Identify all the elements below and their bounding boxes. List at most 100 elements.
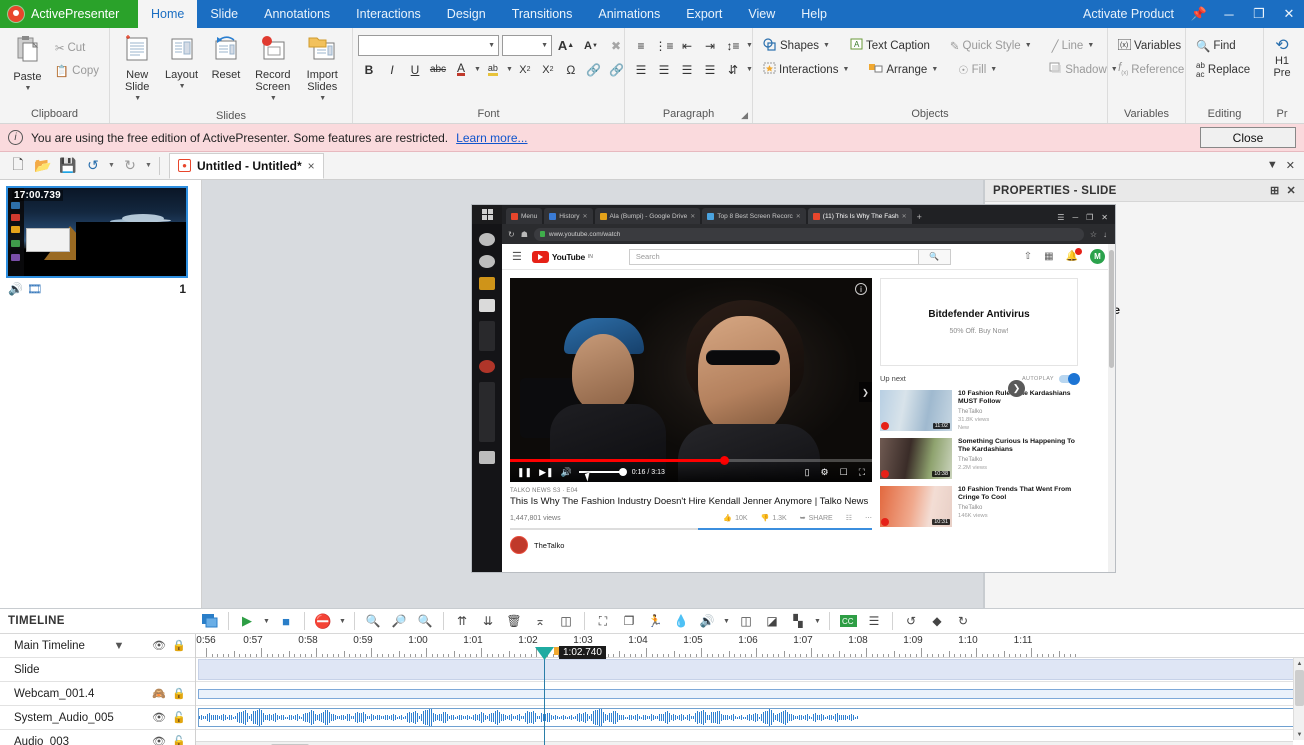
save-icon[interactable]: 💾: [56, 154, 80, 178]
move-object-up-icon[interactable]: ⇈: [450, 609, 474, 633]
windows-start-icon[interactable]: [472, 205, 502, 224]
ribbon-tab-export[interactable]: Export: [673, 0, 735, 28]
promo-ad[interactable]: Bitdefender Antivirus 50% Off. Buy Now!: [880, 278, 1078, 366]
quick-style-button[interactable]: ✎ Quick Style ▼: [945, 35, 1037, 56]
close-icon[interactable]: ✕: [1286, 184, 1296, 197]
scroll-up-icon[interactable]: ▲: [1294, 658, 1304, 669]
url-input[interactable]: www.youtube.com/watch: [533, 227, 1084, 241]
timeline-track-webcam[interactable]: Webcam_001.4 🙈 🔒: [0, 682, 195, 706]
avatar[interactable]: M: [1090, 249, 1105, 264]
timeline-track-slide[interactable]: Slide: [0, 658, 195, 682]
browser-close-icon[interactable]: ✕: [1101, 213, 1108, 222]
taskbar-taskview-icon[interactable]: [479, 255, 495, 268]
more-options-icon[interactable]: ⋯: [865, 514, 872, 522]
arrange-button[interactable]: Arrange ▼: [864, 59, 943, 80]
ribbon-tab-home[interactable]: Home: [138, 0, 198, 28]
line-spacing-icon[interactable]: ↕≡: [722, 35, 744, 56]
preview-slide-icon[interactable]: [198, 609, 222, 633]
new-tab-button[interactable]: +: [914, 212, 927, 224]
text-to-speech-icon[interactable]: ☰: [862, 609, 886, 633]
zoom-in-icon[interactable]: 🔍: [413, 609, 437, 633]
record-screen-dropdown-caret[interactable]: ▼: [270, 93, 277, 105]
suggestion-thumbnail[interactable]: 11:02: [880, 390, 952, 431]
paste-dropdown-caret[interactable]: ▼: [24, 83, 31, 95]
numbered-list-icon[interactable]: ≡: [630, 35, 652, 56]
eye-hidden-icon[interactable]: 🙈: [149, 687, 169, 700]
timeline-selector-row[interactable]: Main Timeline ▼ 👁 🔒: [0, 634, 195, 658]
bell-icon[interactable]: 🔔: [1066, 248, 1082, 262]
suggestion-thumbnail[interactable]: 10:31: [880, 486, 952, 527]
video-info-icon[interactable]: i: [855, 283, 867, 295]
stop-icon[interactable]: ■: [274, 609, 298, 633]
close-icon[interactable]: ✕: [1283, 159, 1298, 172]
chevron-right-icon[interactable]: ❯: [1008, 380, 1025, 397]
crop-icon[interactable]: ❐: [617, 609, 641, 633]
closed-caption-icon[interactable]: CC: [836, 609, 860, 633]
lock-closed-icon[interactable]: 🔒: [169, 639, 189, 652]
banner-close-button[interactable]: Close: [1200, 127, 1296, 148]
decrease-indent-icon[interactable]: ⇤: [676, 35, 698, 56]
justify-icon[interactable]: ☰: [699, 59, 721, 80]
zoom-out-icon[interactable]: 🔎: [387, 609, 411, 633]
insert-time-icon[interactable]: ⌅: [528, 609, 552, 633]
undo-icon[interactable]: ↺: [81, 154, 105, 178]
settings-gear-icon[interactable]: ⚙: [821, 467, 829, 478]
ribbon-tab-view[interactable]: View: [735, 0, 788, 28]
page-scrollbar[interactable]: [1108, 244, 1115, 572]
chevron-down-icon[interactable]: ▼: [1264, 159, 1281, 172]
zoom-fit-icon[interactable]: 🔍: [361, 609, 385, 633]
quick-style-caret[interactable]: ▼: [1025, 42, 1032, 49]
undo-icon[interactable]: ↺: [899, 609, 923, 633]
new-document-icon[interactable]: 🗋: [6, 154, 30, 178]
font-size-select[interactable]: ▼: [502, 35, 552, 56]
blur-icon[interactable]: 💧: [669, 609, 693, 633]
split-icon[interactable]: ⛶: [591, 609, 615, 633]
eye-icon[interactable]: 👁: [149, 735, 169, 745]
search-button[interactable]: 🔍: [918, 248, 951, 265]
channel-avatar[interactable]: [510, 536, 528, 554]
redo-icon[interactable]: ↻: [118, 154, 142, 178]
document-tab-close-icon[interactable]: ×: [308, 159, 315, 173]
system-audio-clip[interactable]: [198, 708, 1294, 727]
grow-font-button[interactable]: A ▲: [555, 35, 577, 56]
minimize-icon[interactable]: ─: [1214, 0, 1244, 28]
align-center-icon[interactable]: ☰: [653, 59, 675, 80]
eye-icon[interactable]: 👁: [149, 639, 169, 652]
list-item[interactable]: 10:38 Something Curious Is Happening To …: [880, 438, 1078, 479]
close-icon[interactable]: ✕: [1274, 0, 1304, 28]
audio-levels-icon[interactable]: ▚: [786, 609, 810, 633]
ribbon-tab-design[interactable]: Design: [434, 0, 499, 28]
browser-tab-youtube-video[interactable]: (11) This Is Why The Fash ✕: [807, 208, 912, 224]
list-item[interactable]: 11:02 10 Fashion Rules The Kardashians M…: [880, 390, 1078, 431]
list-item[interactable]: 10:31 10 Fashion Trends That Went From C…: [880, 486, 1078, 527]
align-right-icon[interactable]: ☰: [676, 59, 698, 80]
interactions-caret[interactable]: ▼: [842, 66, 849, 73]
slide-thumbnail-1[interactable]: 17:00.739: [6, 186, 188, 278]
new-slide-button[interactable]: New Slide ▼: [115, 31, 159, 109]
volume-dropdown-caret[interactable]: ▼: [721, 618, 732, 625]
ribbon-tab-help[interactable]: Help: [788, 0, 840, 28]
browser-tab-screen-recorders[interactable]: Top 8 Best Screen Recorc ✕: [702, 208, 806, 224]
open-folder-icon[interactable]: 📂: [31, 154, 55, 178]
document-tab[interactable]: ● Untitled - Untitled* ×: [169, 152, 324, 179]
dock-icon[interactable]: ⊞: [1270, 184, 1280, 197]
restore-icon[interactable]: ❐: [1244, 0, 1274, 28]
record-dropdown-caret[interactable]: ▼: [337, 618, 348, 625]
record-icon[interactable]: ⛔: [311, 609, 335, 633]
redo-dropdown-caret[interactable]: ▼: [143, 162, 154, 169]
text-caption-button[interactable]: A Text Caption: [845, 35, 935, 56]
like-button[interactable]: 👍 10K: [723, 514, 747, 523]
volume-icon[interactable]: 🔊: [695, 609, 719, 633]
fullscreen-icon[interactable]: ⛶: [859, 467, 865, 478]
taskbar-explorer-icon[interactable]: [479, 277, 495, 290]
merge-icon[interactable]: ◫: [554, 609, 578, 633]
noise-dropdown-caret[interactable]: ▼: [812, 618, 823, 625]
browser-minimize-icon[interactable]: ─: [1072, 213, 1078, 222]
taskbar-settings-icon[interactable]: [479, 451, 495, 464]
text-color-caret[interactable]: ▼: [474, 66, 481, 73]
replace-button[interactable]: ab ac Replace: [1191, 59, 1255, 80]
line-caret[interactable]: ▼: [1087, 42, 1094, 49]
volume-knob[interactable]: [618, 468, 627, 476]
keyframe-icon[interactable]: ◆: [925, 609, 949, 633]
move-object-down-icon[interactable]: ⇊: [476, 609, 500, 633]
